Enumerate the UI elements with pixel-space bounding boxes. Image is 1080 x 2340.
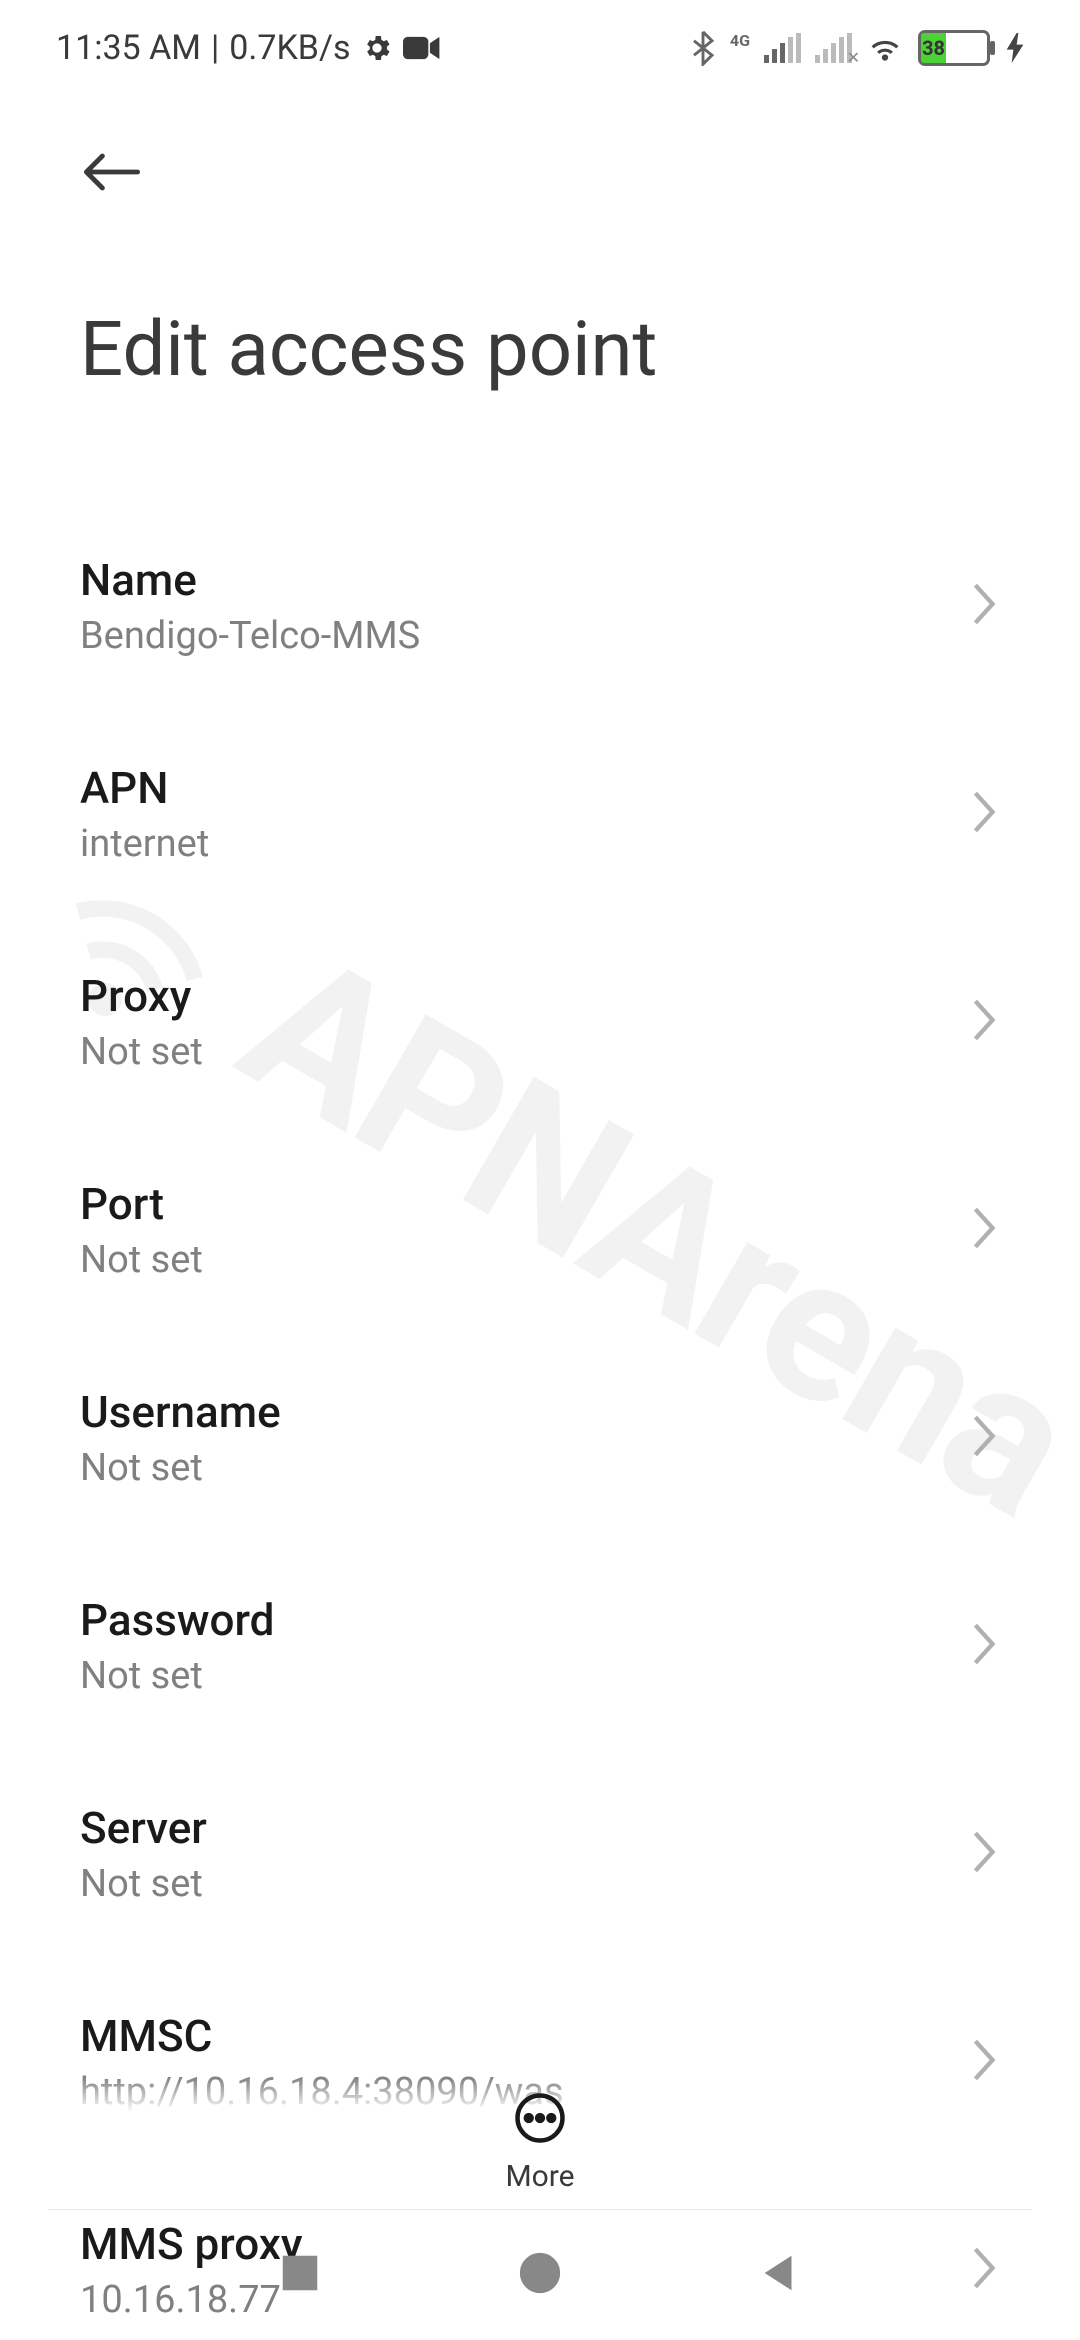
bluetooth-icon <box>690 30 716 66</box>
battery-icon: 38 <box>918 30 990 66</box>
field-password[interactable]: Password Not set <box>0 1542 1080 1750</box>
camera-icon <box>403 34 441 62</box>
status-bar: 11:35 AM | 0.7KB/s 4G 38 <box>0 0 1080 96</box>
more-icon <box>513 2091 567 2149</box>
more-button[interactable]: More <box>505 2091 574 2194</box>
nav-home-button[interactable] <box>517 2250 563 2300</box>
chevron-right-icon <box>968 1412 1000 1464</box>
settings-list: Name Bendigo-Telco-MMS APN internet Proxy N… <box>0 502 1080 2340</box>
field-value: Bendigo-Telco-MMS <box>80 614 420 658</box>
field-name[interactable]: Name Bendigo-Telco-MMS <box>0 502 1080 710</box>
charging-icon <box>1006 33 1024 63</box>
chevron-right-icon <box>968 580 1000 632</box>
field-username[interactable]: Username Not set <box>0 1334 1080 1542</box>
navigation-bar <box>0 2210 1080 2340</box>
field-value: Not set <box>80 1030 203 1074</box>
field-value: Not set <box>80 1238 203 1282</box>
battery-percent: 38 <box>922 36 945 60</box>
chevron-right-icon <box>968 788 1000 840</box>
chevron-right-icon <box>968 1204 1000 1256</box>
field-label: Port <box>80 1178 203 1230</box>
header <box>0 96 1080 208</box>
field-server[interactable]: Server Not set <box>0 1750 1080 1958</box>
nav-back-button[interactable] <box>757 2250 803 2300</box>
status-time: 11:35 AM <box>56 28 201 68</box>
field-port[interactable]: Port Not set <box>0 1126 1080 1334</box>
field-label: Username <box>80 1386 281 1438</box>
status-left: 11:35 AM | 0.7KB/s <box>56 28 441 68</box>
bottom-bar: More <box>0 2077 1080 2194</box>
gear-icon <box>361 32 393 64</box>
status-speed: 0.7KB/s <box>229 28 350 68</box>
field-value: Not set <box>80 1862 207 1906</box>
signal-sim1-icon <box>764 33 801 63</box>
field-apn[interactable]: APN internet <box>0 710 1080 918</box>
field-label: MMSC <box>80 2010 564 2062</box>
page-title: Edit access point <box>0 208 1080 502</box>
wifi-icon <box>866 33 904 63</box>
field-label: Server <box>80 1802 207 1854</box>
status-right: 4G 38 <box>690 30 1024 66</box>
chevron-right-icon <box>968 1828 1000 1880</box>
chevron-right-icon <box>968 1620 1000 1672</box>
field-label: Proxy <box>80 970 203 1022</box>
field-label: APN <box>80 762 209 814</box>
signal-sim2-icon <box>815 33 852 63</box>
nav-recent-button[interactable] <box>277 2250 323 2300</box>
chevron-right-icon <box>968 996 1000 1048</box>
more-label: More <box>505 2159 574 2194</box>
status-sep: | <box>211 28 219 68</box>
field-value: Not set <box>80 1446 281 1490</box>
field-value: internet <box>80 822 209 866</box>
back-button[interactable] <box>80 148 144 200</box>
field-label: Name <box>80 554 420 606</box>
field-label: Password <box>80 1594 274 1646</box>
field-value: Not set <box>80 1654 274 1698</box>
network-4g-label: 4G <box>730 31 750 50</box>
field-proxy[interactable]: Proxy Not set <box>0 918 1080 1126</box>
